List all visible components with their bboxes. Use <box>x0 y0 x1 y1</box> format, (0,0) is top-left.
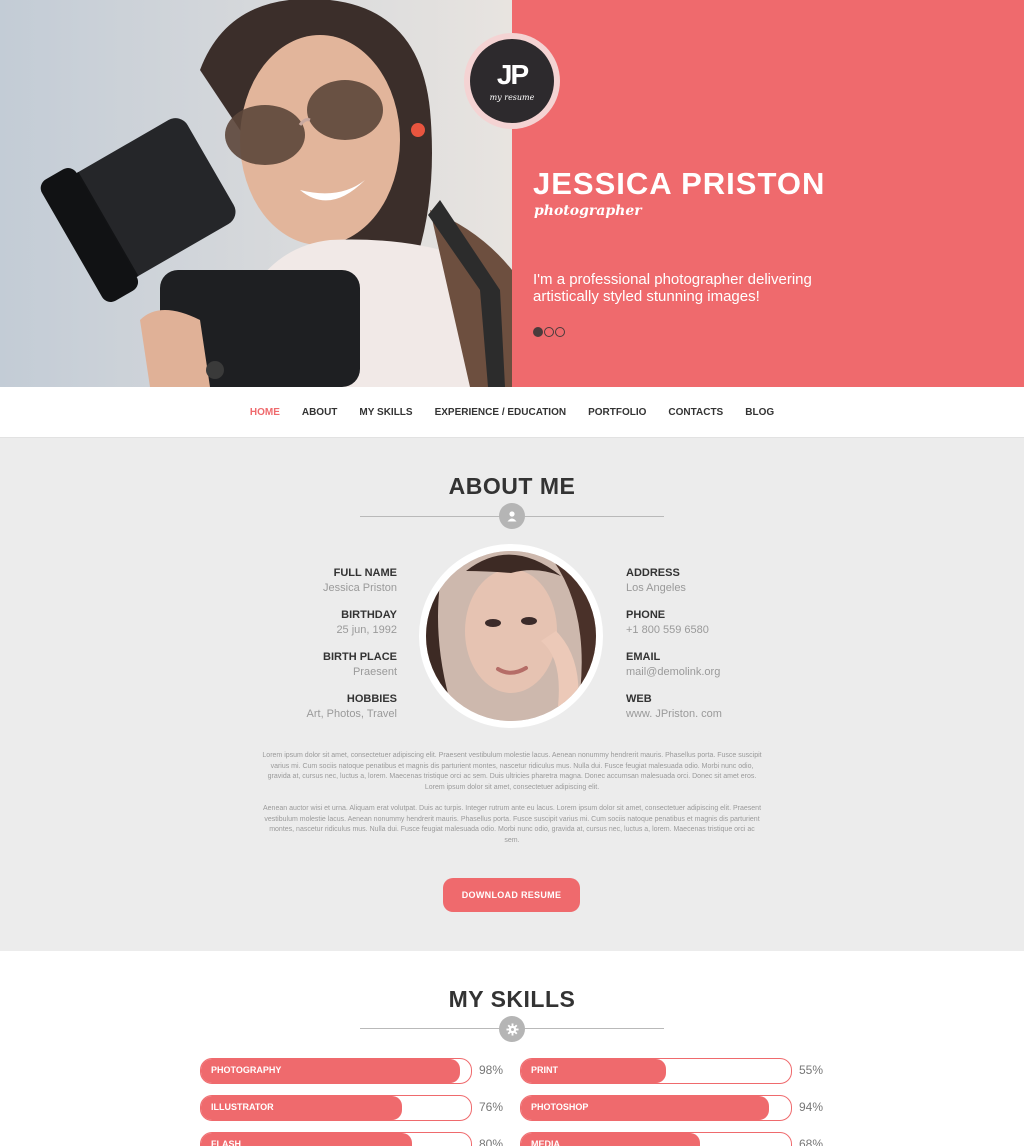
skill-label: ILLUSTRATOR <box>211 1102 274 1112</box>
skill-label: PHOTOSHOP <box>531 1102 589 1112</box>
skill-bar-illustrator: ILLUSTRATOR <box>200 1095 472 1121</box>
gear-icon <box>499 1016 525 1042</box>
skill-percent: 76% <box>479 1100 504 1114</box>
nav-experience[interactable]: EXPERIENCE / EDUCATION <box>435 407 567 418</box>
nav-about[interactable]: ABOUT <box>302 407 338 418</box>
skills-title: MY SKILLS <box>448 986 576 1012</box>
info-value-phone: +1 800 559 6580 <box>626 624 709 636</box>
info-value-fullname: Jessica Priston <box>323 582 397 594</box>
info-label-fullname: FULL NAME <box>333 567 397 579</box>
skill-label: MEDIA <box>531 1139 560 1146</box>
about-paragraph-2: Aenean auctor wisi et urna. Aliquam erat… <box>262 805 762 844</box>
skill-bar-photoshop: PHOTOSHOP <box>520 1095 792 1121</box>
slider-dot-1[interactable] <box>533 327 543 337</box>
site-logo[interactable]: JP my resume <box>464 33 560 129</box>
nav-skills[interactable]: MY SKILLS <box>359 407 412 418</box>
profile-photo-image <box>426 551 596 721</box>
info-left: FULL NAME Jessica Priston BIRTHDAY 25 ju… <box>197 567 397 735</box>
hero-role: photographer <box>534 203 642 219</box>
profile-photo <box>419 544 603 728</box>
info-value-birthplace: Praesent <box>352 666 397 678</box>
about-section: ABOUT ME FULL NAME Jessica Priston BIRTH… <box>0 438 1024 951</box>
skill-percent: 80% <box>479 1137 504 1146</box>
skill-label: PRINT <box>531 1065 558 1075</box>
info-label-birthday: BIRTHDAY <box>341 609 397 621</box>
about-title: ABOUT ME <box>448 473 576 499</box>
skill-percent: 68% <box>799 1137 824 1146</box>
nav-portfolio[interactable]: PORTFOLIO <box>588 407 646 418</box>
nav-contacts[interactable]: CONTACTS <box>668 407 723 418</box>
skill-bar-photography: PHOTOGRAPHY <box>200 1058 472 1084</box>
skill-percent: 98% <box>479 1063 504 1077</box>
slider-dot-2[interactable] <box>544 327 554 337</box>
about-paragraph-1: Lorem ipsum dolor sit amet, consectetuer… <box>262 752 762 791</box>
info-label-web: WEB <box>626 693 652 705</box>
info-label-address: ADDRESS <box>626 567 680 579</box>
skill-bar-print: PRINT <box>520 1058 792 1084</box>
slider-dot-3[interactable] <box>555 327 565 337</box>
photographer-image <box>0 0 512 387</box>
info-label-phone: PHONE <box>626 609 666 621</box>
logo-caption: my resume <box>489 92 535 102</box>
hero-tagline: I'm a professional photographer deliveri… <box>533 271 812 305</box>
logo-badge: JP my resume <box>470 39 554 123</box>
skill-percent: 55% <box>799 1063 824 1077</box>
info-value-web[interactable]: www. JPriston. com <box>626 707 826 735</box>
info-right: ADDRESS Los Angeles PHONE +1 800 559 658… <box>626 567 826 735</box>
info-label-email: EMAIL <box>626 651 661 663</box>
slider-dots <box>533 327 565 337</box>
skill-label: FLASH <box>211 1139 241 1146</box>
hero-banner: JP my resume JESSICA PRISTON photographe… <box>0 0 1024 387</box>
info-value-address: Los Angeles <box>626 582 686 594</box>
info-label-birthplace: BIRTH PLACE <box>323 651 397 663</box>
skill-percent: 94% <box>799 1100 824 1114</box>
skill-bar-media: MEDIA <box>520 1132 792 1146</box>
download-resume-button[interactable]: DOWNLOAD RESUME <box>443 878 580 912</box>
info-value-birthday: 25 jun, 1992 <box>336 624 397 636</box>
logo-monogram: JP <box>496 58 529 90</box>
info-value-hobbies: Art, Photos, Travel <box>306 708 397 720</box>
hero-name: JESSICA PRISTON <box>533 166 826 201</box>
skill-bar-flash: FLASH <box>200 1132 472 1146</box>
hero-photo <box>0 0 512 387</box>
skill-label: PHOTOGRAPHY <box>211 1065 282 1075</box>
info-label-hobbies: HOBBIES <box>346 693 397 705</box>
info-value-email[interactable]: mail@demolink.org <box>626 665 826 693</box>
skills-section: MY SKILLS PHOTOGRAPHY 98% PRINT 55% ILLUSTRA… <box>0 951 1024 1146</box>
main-nav: HOME ABOUT MY SKILLS EXPERIENCE / EDUCAT… <box>0 387 1024 438</box>
nav-blog[interactable]: BLOG <box>745 407 774 418</box>
user-icon <box>499 503 525 529</box>
nav-home[interactable]: HOME <box>250 407 280 418</box>
